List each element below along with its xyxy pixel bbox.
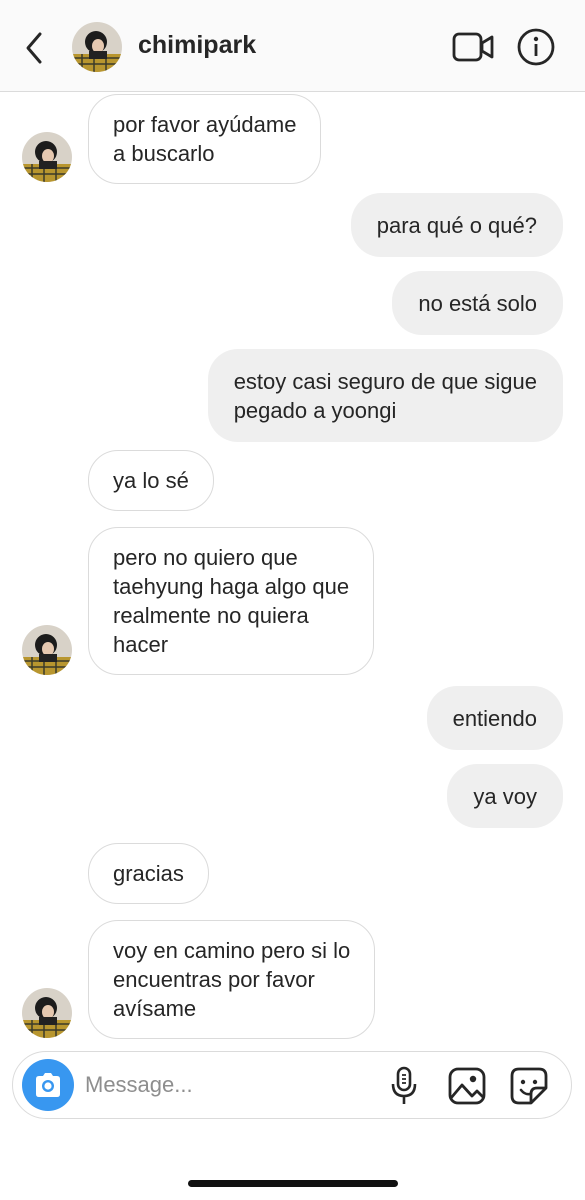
sticker-icon xyxy=(510,1067,548,1105)
microphone-button[interactable] xyxy=(389,1066,419,1106)
home-indicator[interactable] xyxy=(188,1180,398,1187)
back-button[interactable] xyxy=(20,28,50,68)
chevron-left-icon xyxy=(26,32,42,64)
camera-button[interactable] xyxy=(22,1059,74,1111)
outgoing-message[interactable]: ya voy xyxy=(447,764,563,828)
gallery-button[interactable] xyxy=(447,1066,487,1106)
incoming-message[interactable]: pero no quiero que taehyung haga algo qu… xyxy=(88,527,375,675)
video-call-button[interactable] xyxy=(452,30,494,64)
message-input[interactable] xyxy=(85,1070,375,1100)
incoming-message[interactable]: gracias xyxy=(88,843,209,904)
outgoing-message[interactable]: estoy casi seguro de que sigue pegado a … xyxy=(207,349,563,442)
incoming-message[interactable]: voy en camino pero si lo encuentras por … xyxy=(88,920,376,1039)
microphone-icon xyxy=(391,1066,417,1104)
sender-avatar[interactable] xyxy=(22,132,72,182)
avatar-image xyxy=(22,132,72,182)
incoming-message[interactable]: por favor ayúdame a buscarlo xyxy=(88,94,322,184)
message-composer xyxy=(12,1051,572,1119)
avatar-image xyxy=(72,22,122,72)
sticker-button[interactable] xyxy=(509,1066,549,1106)
avatar-image xyxy=(22,625,72,675)
info-icon xyxy=(517,28,555,66)
camera-icon xyxy=(36,1073,60,1097)
incoming-message[interactable]: ya lo sé xyxy=(88,450,214,511)
outgoing-message[interactable]: entiendo xyxy=(426,686,563,750)
avatar-image xyxy=(22,988,72,1038)
video-camera-icon xyxy=(452,32,494,62)
chat-username[interactable]: chimipark xyxy=(138,31,256,60)
image-icon xyxy=(448,1067,486,1105)
info-button[interactable] xyxy=(516,27,556,67)
header-avatar[interactable] xyxy=(72,22,122,72)
chat-header: chimipark xyxy=(0,0,585,92)
sender-avatar[interactable] xyxy=(22,625,72,675)
outgoing-message[interactable]: para qué o qué? xyxy=(350,193,563,257)
sender-avatar[interactable] xyxy=(22,988,72,1038)
outgoing-message[interactable]: no está solo xyxy=(392,271,563,335)
